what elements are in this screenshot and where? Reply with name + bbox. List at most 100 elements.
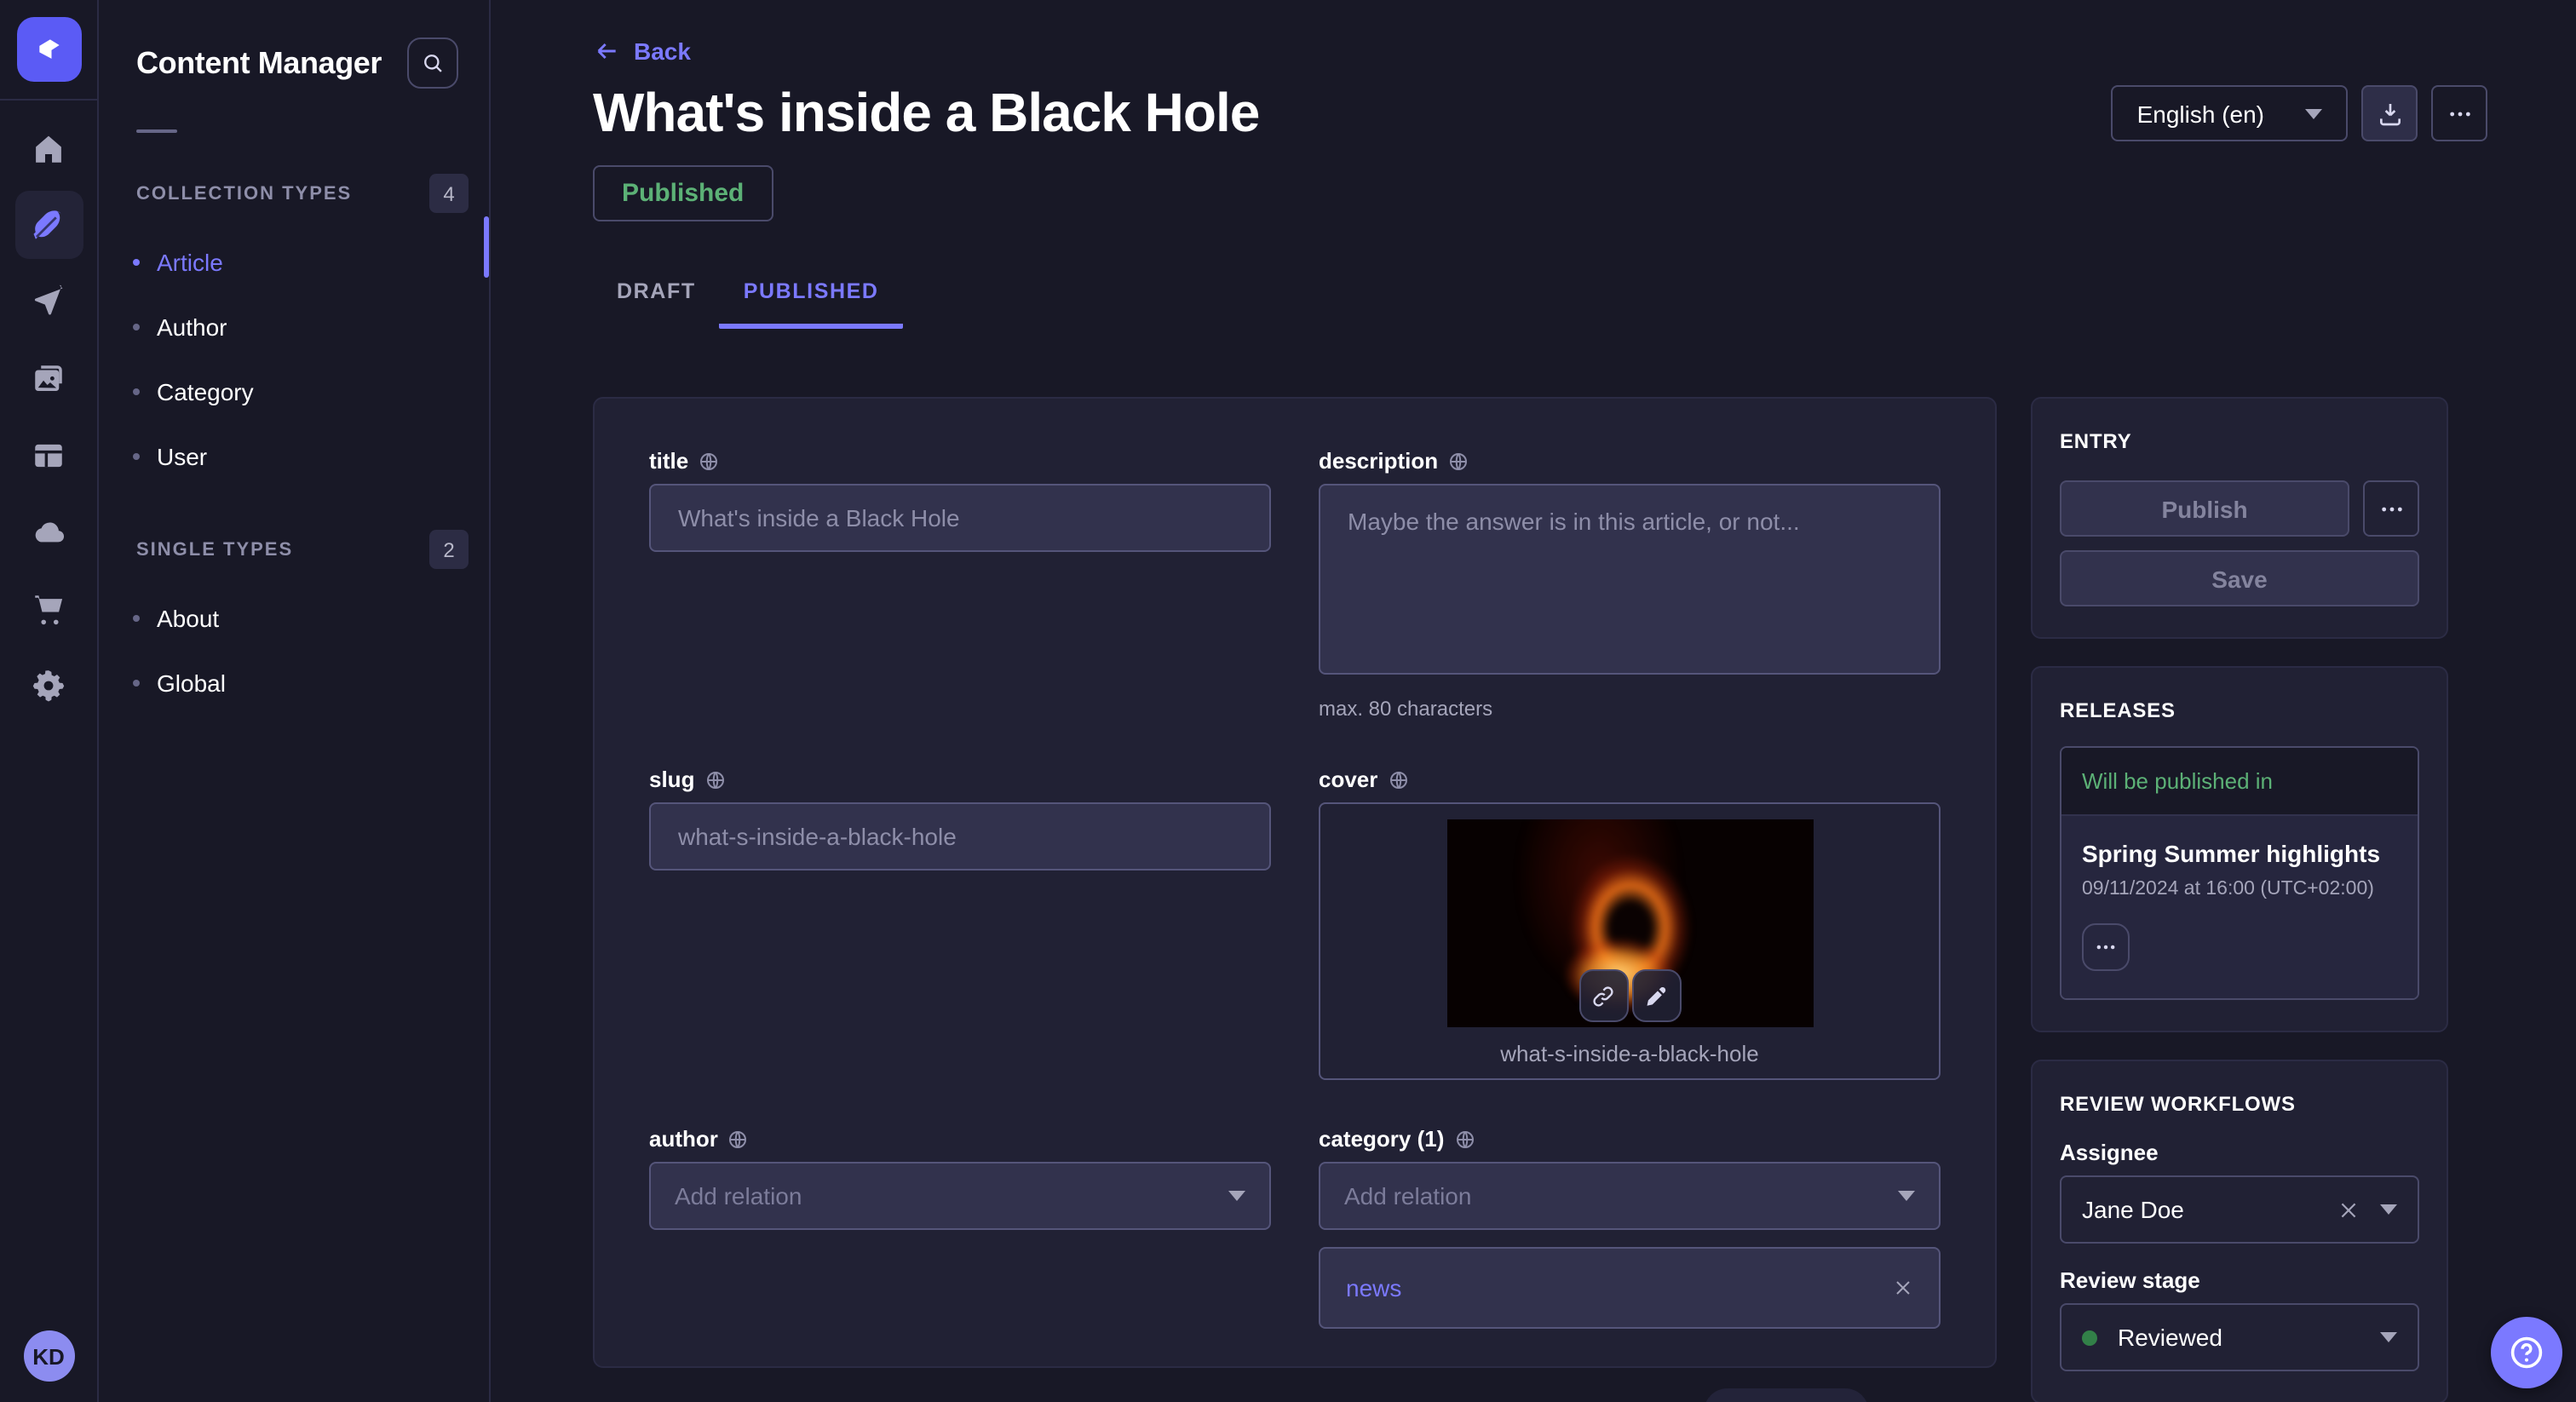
i18n-globe-icon	[1388, 770, 1408, 790]
sidebar-title: Content Manager	[136, 45, 382, 81]
marketplace-nav-button[interactable]	[14, 574, 83, 642]
tab-published[interactable]: PUBLISHED	[720, 279, 903, 329]
help-button[interactable]	[2491, 1317, 2562, 1388]
field-description-label: description	[1319, 450, 1438, 474]
header-actions: English (en)	[2112, 85, 2487, 141]
more-horizontal-icon	[2446, 100, 2473, 127]
chevron-down-icon	[2305, 108, 2322, 118]
releases-panel-heading: RELEASES	[2060, 698, 2419, 722]
release-status-text: Will be published in	[2061, 748, 2418, 816]
save-button[interactable]: Save	[2060, 550, 2419, 606]
layout-icon	[31, 437, 66, 473]
field-cover-label: cover	[1319, 768, 1377, 792]
review-stage-select[interactable]: Reviewed	[2060, 1303, 2419, 1371]
media-library-nav-button[interactable]	[14, 344, 83, 412]
home-nav-button[interactable]	[14, 114, 83, 182]
category-relation-item: news	[1319, 1247, 1941, 1329]
paper-plane-icon	[31, 284, 66, 319]
bullet-icon	[133, 259, 140, 266]
main-content: Back What's inside a Black Hole English …	[491, 0, 2576, 1402]
review-workflows-heading: REVIEW WORKFLOWS	[2060, 1092, 2419, 1116]
chevron-down-icon	[2380, 1204, 2397, 1215]
i18n-globe-icon	[728, 1129, 749, 1150]
field-category: category (1) Add relation news	[1319, 1128, 1941, 1329]
sidebar-item-category[interactable]: Category	[99, 359, 489, 424]
field-author-label: author	[649, 1128, 718, 1152]
entry-more-button[interactable]	[2363, 480, 2419, 537]
sidebar-item-global[interactable]: Global	[99, 651, 489, 715]
export-button[interactable]	[2361, 85, 2418, 141]
collection-types-count-badge: 4	[429, 174, 469, 213]
title-input[interactable]	[649, 484, 1271, 552]
category-relation-placeholder: Add relation	[1344, 1182, 1471, 1210]
field-category-label: category (1)	[1319, 1128, 1444, 1152]
arrow-left-icon	[593, 37, 620, 65]
release-name: Spring Summer highlights	[2082, 840, 2397, 867]
sidebar-item-label: Category	[157, 378, 254, 405]
clear-assignee-icon[interactable]	[2337, 1198, 2360, 1221]
review-workflows-panel: REVIEW WORKFLOWS Assignee Jane Doe Revie…	[2031, 1060, 2448, 1402]
bullet-icon	[133, 453, 140, 460]
sidebar-item-label: Author	[157, 313, 227, 341]
field-author: author Add relation	[649, 1128, 1271, 1329]
question-mark-icon	[2506, 1332, 2547, 1373]
user-avatar[interactable]: KD	[23, 1330, 74, 1382]
assignee-value: Jane Doe	[2082, 1196, 2317, 1223]
collection-types-section: COLLECTION TYPES 4 Article Author Catego…	[99, 174, 489, 489]
description-helper-text: max. 80 characters	[1319, 697, 1941, 721]
assignee-select[interactable]: Jane Doe	[2060, 1175, 2419, 1244]
single-types-section: SINGLE TYPES 2 About Global	[99, 530, 489, 715]
sidebar-item-article[interactable]: Article	[99, 230, 489, 295]
sidebar-item-label: Global	[157, 669, 226, 697]
scroll-peek-element	[1704, 1388, 1869, 1402]
sidebar-item-author[interactable]: Author	[99, 295, 489, 359]
entry-form-card: title description Maybe th	[593, 397, 1997, 1368]
active-item-indicator	[484, 216, 489, 278]
content-manager-nav-button[interactable]	[14, 191, 83, 259]
category-relation-select[interactable]: Add relation	[1319, 1162, 1941, 1230]
pencil-icon	[1644, 984, 1668, 1008]
i18n-globe-icon	[1454, 1129, 1475, 1150]
field-title-label: title	[649, 450, 688, 474]
tab-draft[interactable]: DRAFT	[593, 279, 720, 329]
locale-select[interactable]: English (en)	[2112, 85, 2348, 141]
cover-copy-link-button[interactable]	[1578, 969, 1628, 1022]
slug-input[interactable]	[649, 802, 1271, 871]
cover-media-card: what-s-inside-a-black-hole	[1319, 802, 1941, 1080]
feather-icon	[31, 207, 66, 243]
entry-panel: ENTRY Publish Save	[2031, 397, 2448, 639]
bullet-icon	[133, 388, 140, 395]
cover-actions	[1578, 969, 1681, 1022]
settings-nav-button[interactable]	[14, 651, 83, 719]
section-label: COLLECTION TYPES	[136, 183, 352, 204]
bullet-icon	[133, 324, 140, 330]
search-button[interactable]	[407, 37, 458, 89]
release-more-button[interactable]	[2082, 923, 2130, 971]
release-date: 09/11/2024 at 16:00 (UTC+02:00)	[2082, 879, 2397, 899]
sidebar-item-label: Article	[157, 249, 223, 276]
strapi-logo[interactable]	[16, 17, 81, 82]
section-label: SINGLE TYPES	[136, 539, 293, 560]
back-link[interactable]: Back	[593, 37, 691, 65]
author-relation-select[interactable]: Add relation	[649, 1162, 1271, 1230]
cloud-icon	[31, 514, 66, 549]
review-stage-value: Reviewed	[2118, 1324, 2360, 1351]
releases-nav-button[interactable]	[14, 267, 83, 336]
field-title: title	[649, 450, 1271, 721]
app-window: KD Content Manager COLLECTION TYPES 4 Ar…	[0, 0, 2576, 1402]
relation-link-news[interactable]: news	[1346, 1274, 1401, 1301]
cover-edit-button[interactable]	[1631, 969, 1681, 1022]
strapi-logo-icon	[32, 32, 66, 66]
sidebar-item-about[interactable]: About	[99, 586, 489, 651]
shopping-cart-icon	[31, 590, 66, 626]
header-more-button[interactable]	[2431, 85, 2487, 141]
field-cover: cover	[1319, 768, 1941, 1080]
description-textarea[interactable]: Maybe the answer is in this article, or …	[1319, 484, 1941, 675]
remove-relation-icon[interactable]	[1893, 1278, 1913, 1298]
search-icon	[421, 51, 445, 75]
publish-button[interactable]: Publish	[2060, 480, 2349, 537]
cloud-nav-button[interactable]	[14, 497, 83, 566]
stage-status-dot	[2082, 1330, 2097, 1345]
content-type-builder-nav-button[interactable]	[14, 421, 83, 489]
sidebar-item-user[interactable]: User	[99, 424, 489, 489]
